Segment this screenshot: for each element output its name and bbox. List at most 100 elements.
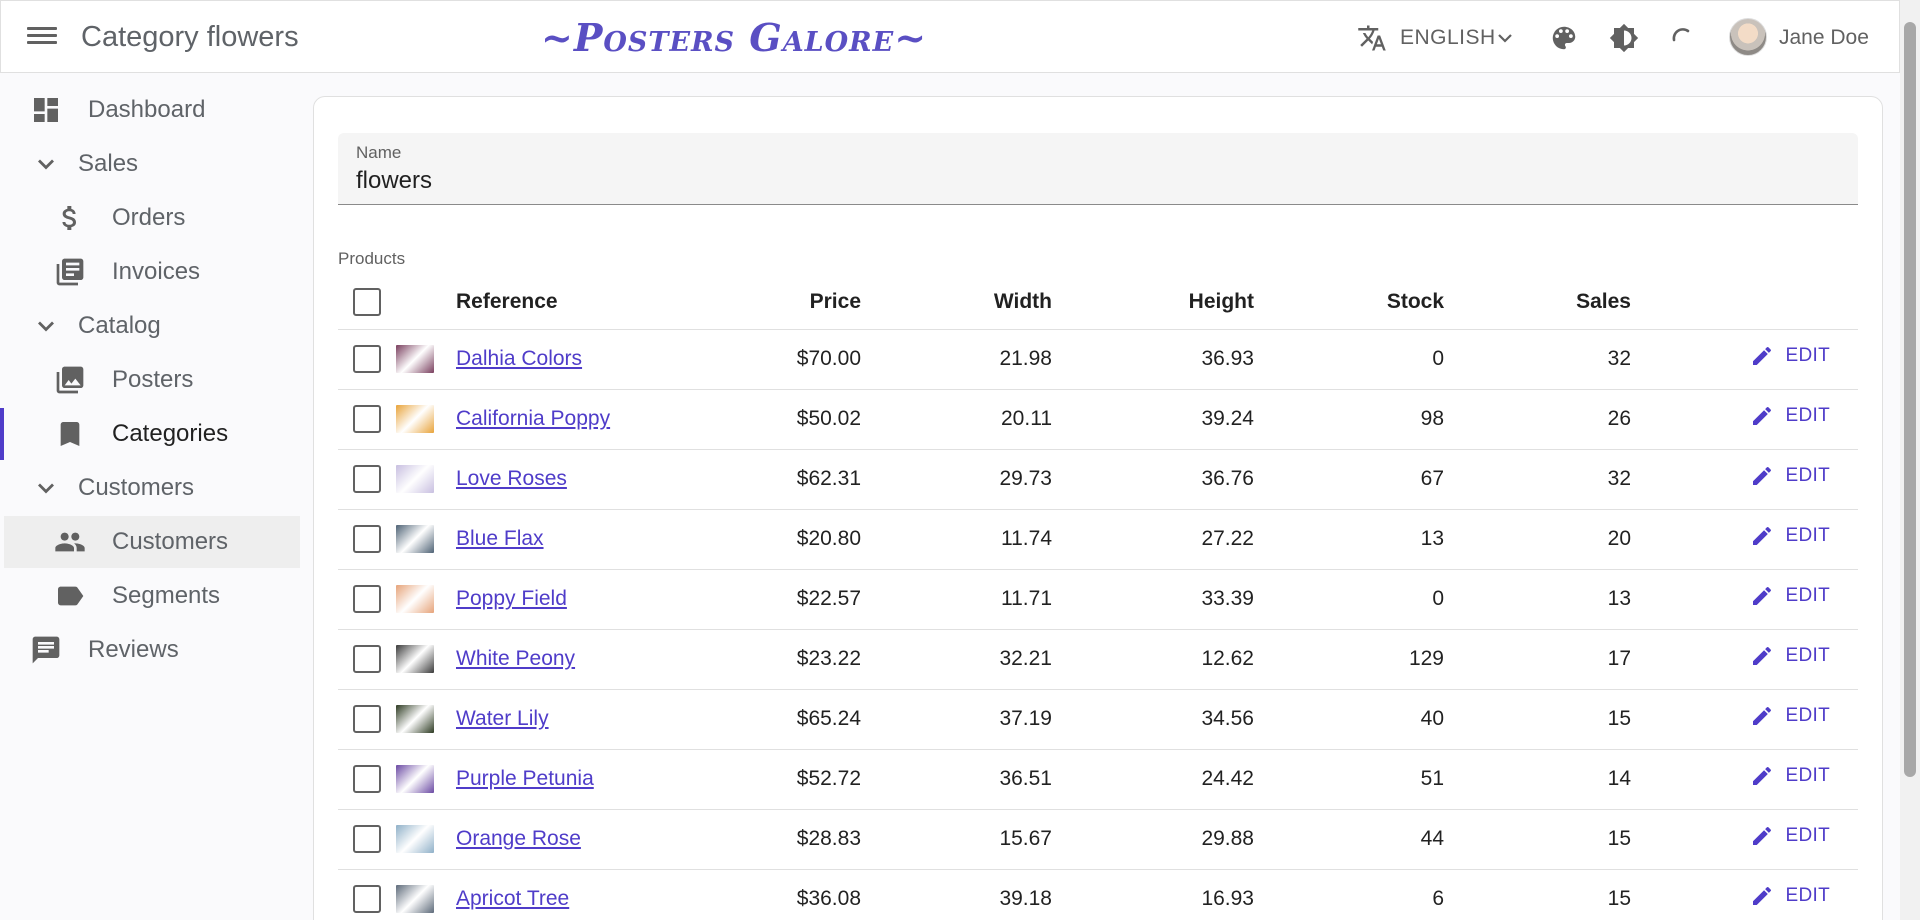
sidebar-item-orders[interactable]: Orders — [4, 192, 300, 244]
language-selector[interactable]: ENGLISH — [1400, 26, 1496, 50]
invoices-icon — [54, 256, 86, 288]
translate-icon[interactable] — [1357, 23, 1387, 53]
sidebar-item-dashboard[interactable]: Dashboard — [4, 84, 300, 136]
select-all-checkbox[interactable] — [353, 287, 381, 316]
edit-button[interactable]: EDIT — [1750, 464, 1830, 488]
sales-cell: 14 — [1444, 749, 1631, 810]
sidebar-group-sales[interactable]: Sales — [4, 138, 300, 190]
name-field-value[interactable]: flowers — [356, 167, 432, 195]
table-row[interactable]: Blue Flax $20.80 11.74 27.22 13 20 EDIT — [338, 509, 1858, 570]
product-reference-link[interactable]: Blue Flax — [456, 527, 544, 550]
product-reference-link[interactable]: Poppy Field — [456, 587, 567, 610]
header-price[interactable]: Price — [706, 275, 861, 330]
row-checkbox-cell — [338, 509, 396, 570]
row-checkbox[interactable] — [353, 525, 381, 553]
user-name[interactable]: Jane Doe — [1779, 26, 1869, 50]
edit-button[interactable]: EDIT — [1750, 404, 1830, 428]
name-field[interactable]: Name flowers — [338, 133, 1858, 205]
refresh-icon[interactable] — [1668, 23, 1698, 53]
sidebar-item-posters[interactable]: Posters — [4, 354, 300, 406]
table-row[interactable]: Dalhia Colors $70.00 21.98 36.93 0 32 EDIT — [338, 329, 1858, 390]
product-thumbnail — [396, 765, 434, 793]
pencil-icon — [1750, 584, 1774, 608]
edit-button[interactable]: EDIT — [1750, 584, 1830, 608]
palette-icon[interactable] — [1549, 23, 1579, 53]
table-row[interactable]: Love Roses $62.31 29.73 36.76 67 32 EDIT — [338, 449, 1858, 510]
price-cell: $22.57 — [706, 569, 861, 630]
edit-label: EDIT — [1785, 765, 1830, 786]
header-reference[interactable]: Reference — [456, 275, 706, 330]
sidebar-item-label: Orders — [112, 204, 186, 231]
table-row[interactable]: Poppy Field $22.57 11.71 33.39 0 13 EDIT — [338, 569, 1858, 630]
sidebar-item-segments[interactable]: Segments — [4, 570, 300, 622]
height-cell: 39.24 — [1052, 389, 1254, 450]
page-title: Category flowers — [81, 21, 299, 53]
scrollbar[interactable] — [1900, 0, 1920, 920]
edit-button[interactable]: EDIT — [1750, 824, 1830, 848]
sidebar-item-reviews[interactable]: Reviews — [4, 624, 300, 676]
edit-button[interactable]: EDIT — [1750, 524, 1830, 548]
table-row[interactable]: Purple Petunia $52.72 36.51 24.42 51 14 EDIT — [338, 749, 1858, 810]
header-stock[interactable]: Stock — [1254, 275, 1444, 330]
header-width[interactable]: Width — [861, 275, 1052, 330]
pencil-icon — [1750, 824, 1774, 848]
row-checkbox[interactable] — [353, 465, 381, 493]
sidebar-item-label: Dashboard — [88, 96, 206, 123]
row-checkbox[interactable] — [353, 585, 381, 613]
product-reference-link[interactable]: Dalhia Colors — [456, 347, 582, 370]
edit-button[interactable]: EDIT — [1750, 884, 1830, 908]
contrast-icon[interactable] — [1609, 23, 1639, 53]
edit-cell: EDIT — [1631, 689, 1858, 750]
product-reference-link[interactable]: White Peony — [456, 647, 575, 670]
height-cell: 16.93 — [1052, 869, 1254, 920]
price-cell: $28.83 — [706, 809, 861, 870]
row-checkbox[interactable] — [353, 765, 381, 793]
product-reference-link[interactable]: Love Roses — [456, 467, 567, 490]
sales-cell: 32 — [1444, 449, 1631, 510]
edit-label: EDIT — [1785, 525, 1830, 546]
row-checkbox[interactable] — [353, 825, 381, 853]
sidebar-item-categories[interactable]: Categories — [0, 408, 300, 460]
height-cell: 33.39 — [1052, 569, 1254, 630]
sales-cell: 13 — [1444, 569, 1631, 630]
product-reference-link[interactable]: California Poppy — [456, 407, 610, 430]
product-reference-link[interactable]: Orange Rose — [456, 827, 581, 850]
edit-button[interactable]: EDIT — [1750, 704, 1830, 728]
avatar[interactable] — [1729, 18, 1767, 56]
sidebar-item-label: Customers — [112, 528, 229, 555]
header-height[interactable]: Height — [1052, 275, 1254, 330]
table-row[interactable]: White Peony $23.22 32.21 12.62 129 17 EDIT — [338, 629, 1858, 690]
header-sales[interactable]: Sales — [1444, 275, 1631, 330]
product-thumbnail — [396, 405, 434, 433]
row-checkbox[interactable] — [353, 405, 381, 433]
edit-button[interactable]: EDIT — [1750, 764, 1830, 788]
scrollbar-thumb[interactable] — [1904, 22, 1916, 777]
edit-button[interactable]: EDIT — [1750, 644, 1830, 668]
category-edit-form: Name flowers Products Reference Price Wi… — [313, 96, 1883, 920]
edit-label: EDIT — [1785, 585, 1830, 606]
row-checkbox[interactable] — [353, 885, 381, 913]
edit-button[interactable]: EDIT — [1750, 344, 1830, 368]
reference-cell: Blue Flax — [456, 509, 706, 570]
table-row[interactable]: Orange Rose $28.83 15.67 29.88 44 15 EDIT — [338, 809, 1858, 870]
table-row[interactable]: Water Lily $65.24 37.19 34.56 40 15 EDIT — [338, 689, 1858, 750]
sidebar-item-customers[interactable]: Customers — [4, 516, 300, 568]
product-reference-link[interactable]: Water Lily — [456, 707, 549, 730]
table-row[interactable]: California Poppy $50.02 20.11 39.24 98 26 EDIT — [338, 389, 1858, 450]
product-reference-link[interactable]: Apricot Tree — [456, 887, 569, 910]
chevron-down-icon[interactable] — [1497, 31, 1513, 43]
height-cell: 29.88 — [1052, 809, 1254, 870]
edit-label: EDIT — [1785, 345, 1830, 366]
row-checkbox[interactable] — [353, 345, 381, 373]
pencil-icon — [1750, 764, 1774, 788]
sidebar-group-catalog[interactable]: Catalog — [4, 300, 300, 352]
sidebar-group-customers[interactable]: Customers — [4, 462, 300, 514]
row-checkbox[interactable] — [353, 705, 381, 733]
menu-icon[interactable] — [27, 23, 59, 51]
sidebar-item-invoices[interactable]: Invoices — [4, 246, 300, 298]
height-cell: 27.22 — [1052, 509, 1254, 570]
row-checkbox[interactable] — [353, 645, 381, 673]
table-row[interactable]: Apricot Tree $36.08 39.18 16.93 6 15 EDIT — [338, 869, 1858, 920]
edit-cell: EDIT — [1631, 389, 1858, 450]
product-reference-link[interactable]: Purple Petunia — [456, 767, 594, 790]
